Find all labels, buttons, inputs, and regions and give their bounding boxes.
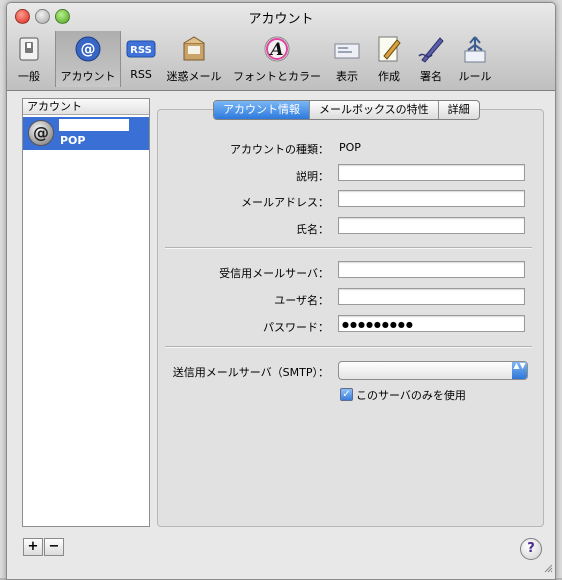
incoming-server-label: 受信用メールサーバ： xyxy=(219,267,329,280)
switch-icon xyxy=(19,37,39,61)
account-type: POP xyxy=(60,134,86,147)
chevron-up-down-icon: ▲▼ xyxy=(512,362,527,379)
font-color-icon: A xyxy=(264,36,290,62)
preferences-window: アカウント 一般 @ アカウント RSS RSS 迷惑メール A フォントとカラ… xyxy=(6,2,556,580)
font-badge-text: A xyxy=(268,40,283,60)
toolbar-general[interactable]: 一般 xyxy=(11,31,47,87)
rules-icon xyxy=(464,36,486,63)
toolbar-rules[interactable]: ルール xyxy=(453,31,497,87)
smtp-label: 送信用メールサーバ（SMTP）： xyxy=(172,366,329,379)
remove-account-button[interactable]: − xyxy=(44,538,64,556)
password-field[interactable]: ●●●●●●●●● xyxy=(338,315,525,332)
account-name-redacted xyxy=(59,119,129,131)
junk-mail-icon xyxy=(183,36,205,61)
separator xyxy=(165,247,532,249)
add-account-button[interactable]: + xyxy=(23,538,43,556)
tab-mailbox-behaviors[interactable]: メールボックスの特性 xyxy=(310,101,439,119)
toolbar-signatures[interactable]: 署名 xyxy=(413,31,449,87)
account-type-value: POP xyxy=(339,141,361,154)
resize-grip-icon[interactable] xyxy=(543,563,553,573)
account-type-label: アカウントの種類： xyxy=(230,143,329,156)
incoming-server-field[interactable] xyxy=(338,261,525,278)
at-sign-icon: @ xyxy=(33,123,49,142)
toolbar-view[interactable]: 表示 xyxy=(329,31,365,87)
description-label: 説明： xyxy=(296,170,329,183)
only-this-server-label: このサーバのみを使用 xyxy=(356,389,466,402)
title-bar: アカウント 一般 @ アカウント RSS RSS 迷惑メール A フォントとカラ… xyxy=(7,3,555,91)
accounts-list[interactable]: アカウント @ POP xyxy=(22,98,150,527)
toolbar-accounts[interactable]: @ アカウント xyxy=(55,31,121,87)
rss-badge-text: RSS xyxy=(130,45,152,56)
only-this-server-checkbox[interactable]: ✓ xyxy=(340,388,353,401)
account-item[interactable]: @ POP xyxy=(23,117,149,150)
password-label: パスワード： xyxy=(263,321,329,334)
separator xyxy=(165,346,532,348)
signature-icon xyxy=(418,37,444,63)
window-title: アカウント xyxy=(248,12,314,27)
toolbar-compose[interactable]: 作成 xyxy=(371,31,407,87)
account-avatar: @ xyxy=(28,120,54,146)
email-label: メールアドレス： xyxy=(241,196,329,209)
email-field[interactable] xyxy=(338,190,525,207)
tab-advanced[interactable]: 詳細 xyxy=(439,101,479,119)
rss-icon: RSS xyxy=(126,40,156,58)
svg-text:@: @ xyxy=(81,40,96,58)
at-sign-icon: @ xyxy=(75,36,101,62)
toolbar-rss[interactable]: RSS RSS xyxy=(123,31,159,87)
accounts-list-header: アカウント xyxy=(23,99,149,115)
fullname-field[interactable] xyxy=(338,217,525,234)
fullname-label: 氏名： xyxy=(296,223,329,236)
help-button[interactable]: ? xyxy=(520,538,542,560)
toolbar-junk-mail[interactable]: 迷惑メール xyxy=(163,31,225,87)
smtp-server-select[interactable]: ▲▼ xyxy=(338,361,528,380)
view-icon xyxy=(334,43,360,59)
compose-icon xyxy=(378,36,401,62)
tab-account-info[interactable]: アカウント情報 xyxy=(214,101,310,119)
toolbar-fonts-colors[interactable]: A フォントとカラー xyxy=(229,31,325,87)
tab-bar: アカウント情報 メールボックスの特性 詳細 xyxy=(213,100,480,120)
description-field[interactable] xyxy=(338,164,525,181)
username-label: ユーザ名： xyxy=(274,294,329,307)
username-field[interactable] xyxy=(338,288,525,305)
